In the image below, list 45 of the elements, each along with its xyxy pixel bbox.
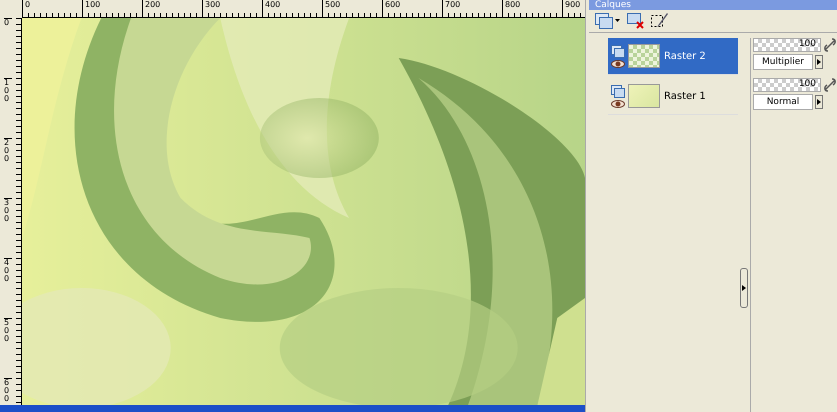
- layer-icon: [611, 84, 625, 98]
- new-layer-button[interactable]: [595, 13, 621, 29]
- dropdown-arrow-button[interactable]: [815, 55, 823, 69]
- layer-thumbnail: [628, 44, 660, 68]
- ruler-label: 400: [4, 258, 12, 283]
- opacity-value: 100: [798, 79, 816, 89]
- blend-mode-dropdown[interactable]: Multiplier: [753, 54, 813, 70]
- panel-title: Calques: [589, 0, 837, 10]
- splitter-handle[interactable]: [740, 268, 748, 308]
- ruler-label: 800: [502, 0, 520, 17]
- ruler-label: 500: [4, 318, 12, 343]
- dropdown-arrow-button[interactable]: [815, 95, 823, 109]
- arrow-icon: [817, 59, 821, 65]
- opacity-value: 100: [798, 39, 816, 49]
- ruler-label: 600: [4, 378, 12, 403]
- eye-icon[interactable]: [611, 100, 625, 108]
- ruler-label: 400: [262, 0, 280, 17]
- link-icon[interactable]: [823, 78, 837, 92]
- arrow-icon: [817, 99, 821, 105]
- delete-layer-button[interactable]: [627, 13, 645, 29]
- layer-name: Raster 1: [664, 90, 706, 102]
- layer-icon: [611, 44, 625, 58]
- ruler-label: 0: [22, 0, 30, 17]
- layer-thumbnail: [628, 84, 660, 108]
- blend-mode-dropdown[interactable]: Normal: [753, 94, 813, 110]
- ruler-label: 700: [442, 0, 460, 17]
- link-icon[interactable]: [823, 38, 837, 52]
- ruler-label: 500: [322, 0, 340, 17]
- ruler-label: 200: [4, 138, 12, 163]
- eye-icon[interactable]: [611, 60, 625, 68]
- opacity-slider[interactable]: 100: [753, 78, 821, 92]
- ruler-label: 300: [4, 198, 12, 223]
- ruler-label: 100: [82, 0, 100, 17]
- ruler-label: 200: [142, 0, 160, 17]
- mask-brush-button[interactable]: [651, 12, 669, 30]
- layer-row[interactable]: Raster 2: [608, 38, 738, 75]
- ruler-label: 600: [382, 0, 400, 17]
- ruler-label: 100: [4, 78, 12, 103]
- ruler-label: 300: [202, 0, 220, 17]
- ruler-label: 0: [4, 18, 12, 27]
- arrow-icon: [742, 285, 746, 291]
- layer-row[interactable]: Raster 1: [608, 78, 738, 115]
- layer-name: Raster 2: [664, 50, 706, 62]
- opacity-slider[interactable]: 100: [753, 38, 821, 52]
- ruler-label: 900: [562, 0, 580, 17]
